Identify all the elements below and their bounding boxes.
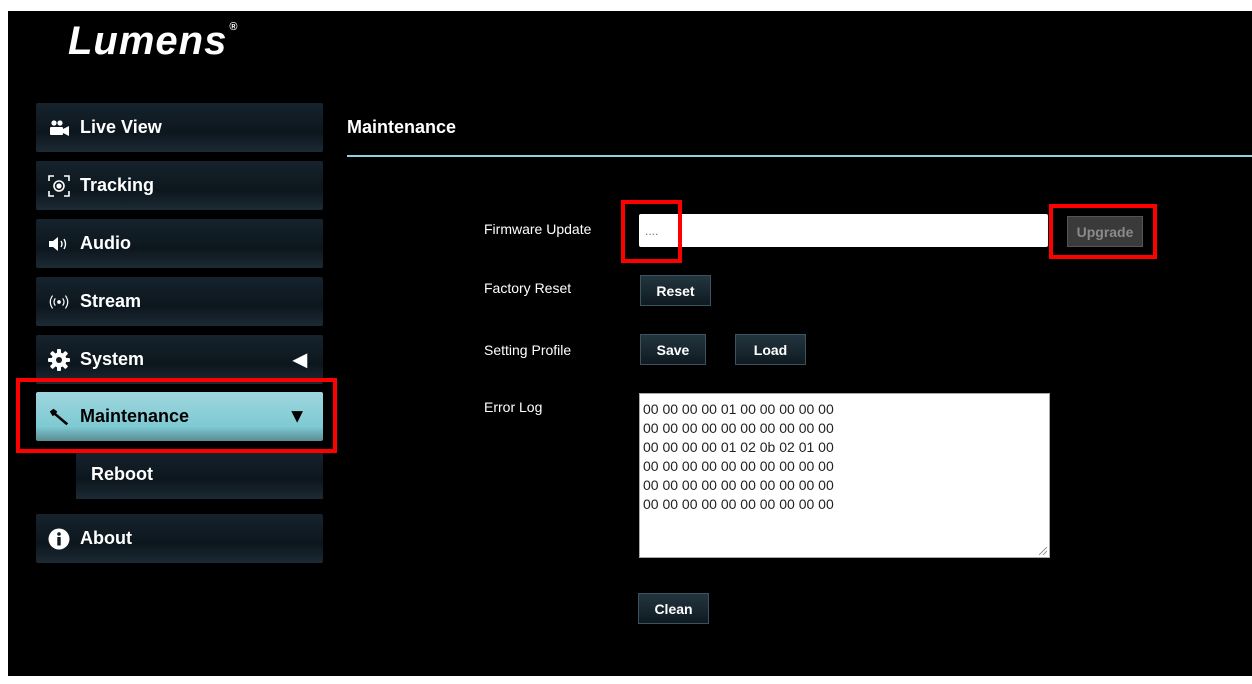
sidebar-subitem-label: Reboot — [91, 464, 153, 484]
sidebar-item-live-view[interactable]: Live View — [36, 103, 323, 152]
camera-icon — [48, 117, 70, 139]
sidebar-item-tracking[interactable]: Tracking — [36, 161, 323, 210]
log-line: 00 00 00 00 00 00 00 00 00 00 — [643, 458, 834, 474]
sidebar-item-label: Tracking — [80, 175, 155, 195]
lumens-logo: Lumens ® — [68, 19, 239, 64]
firmware-update-label: Firmware Update — [484, 221, 592, 237]
sidebar-item-about[interactable]: About — [36, 514, 323, 563]
error-log-label: Error Log — [484, 399, 543, 415]
upgrade-button[interactable]: Upgrade — [1067, 216, 1143, 247]
sidebar-item-label: System — [80, 349, 145, 369]
sidebar-item-stream[interactable]: Stream — [36, 277, 323, 326]
sidebar-item-audio[interactable]: Audio — [36, 219, 323, 268]
firmware-file-input[interactable]: .... — [639, 214, 1048, 247]
chevron-left-icon: ◀ — [293, 349, 307, 369]
brand-name: Lumens — [68, 19, 228, 63]
log-line: 00 00 00 00 00 00 00 00 00 00 — [643, 496, 834, 512]
gear-icon — [48, 348, 70, 371]
sidebar-item-maintenance[interactable]: Maintenance ▼ — [36, 392, 323, 441]
log-line: 00 00 00 00 00 00 00 00 00 00 — [643, 477, 834, 493]
sidebar-item-system[interactable]: System ◀ — [36, 335, 323, 384]
info-icon — [48, 528, 70, 550]
factory-reset-label: Factory Reset — [484, 280, 572, 296]
title-divider — [347, 155, 1252, 157]
reset-button[interactable]: Reset — [640, 275, 711, 306]
log-line: 00 00 00 00 01 02 0b 02 01 00 — [643, 439, 834, 455]
log-line: 00 00 00 00 00 00 00 00 00 00 — [643, 420, 834, 436]
chevron-down-icon: ▼ — [287, 405, 307, 427]
sidebar-subitem-reboot[interactable]: Reboot — [76, 450, 323, 499]
tracking-icon — [48, 174, 70, 197]
error-log-textarea[interactable]: 00 00 00 00 01 00 00 00 00 00 00 00 00 0… — [639, 393, 1050, 558]
app-window: Lumens ® Live View Tracking Audio Stream… — [8, 11, 1252, 676]
sidebar-item-label: Audio — [80, 233, 131, 253]
clean-button[interactable]: Clean — [638, 593, 709, 624]
page-title: Maintenance — [347, 117, 457, 137]
resize-handle-icon[interactable] — [1039, 547, 1047, 555]
load-button[interactable]: Load — [735, 334, 806, 365]
sidebar-item-label: Maintenance — [80, 406, 190, 426]
sidebar-item-label: Live View — [80, 117, 162, 137]
stream-icon — [48, 291, 70, 313]
speaker-icon — [48, 233, 70, 255]
sidebar-item-label: About — [80, 528, 132, 548]
sidebar-item-label: Stream — [80, 291, 142, 311]
setting-profile-label: Setting Profile — [484, 342, 572, 358]
log-line: 00 00 00 00 01 00 00 00 00 00 — [643, 401, 834, 417]
save-button[interactable]: Save — [640, 334, 706, 365]
registered-mark: ® — [229, 20, 239, 33]
wrench-icon — [48, 406, 70, 428]
firmware-file-value: .... — [645, 223, 659, 238]
